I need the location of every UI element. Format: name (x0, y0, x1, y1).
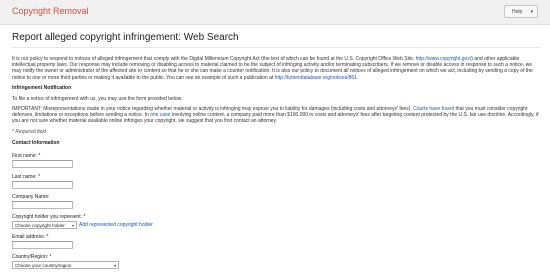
chevron-down-icon: ▾ (71, 223, 74, 228)
divider (12, 47, 540, 48)
first-name-label: First name: * (12, 153, 41, 159)
country-region-select-value: Choose your country/region (15, 263, 72, 268)
copyright-gov-link[interactable]: http://www.copyright.gov/ (416, 56, 472, 62)
important-paragraph: IMPORTANT: Misrepresentations made in yo… (12, 106, 540, 125)
company-name-label: Company Name: (12, 194, 50, 200)
top-bar: Copyright Removal Help ▾ (0, 0, 550, 25)
help-button[interactable]: Help ▾ (504, 5, 538, 18)
copyright-holder-select[interactable]: Choose copyright holder ▾ (12, 221, 77, 229)
copyright-holder-select-value: Choose copyright holder (15, 223, 65, 228)
one-case-link[interactable]: one case (150, 112, 170, 118)
lumen-database-link[interactable]: http://lumendatabase.org/notices/861 (275, 75, 357, 81)
add-copyright-holder-link[interactable]: Add represented copyright holder (79, 222, 153, 228)
copyright-holder-label: Copyright holder you represent: * (12, 214, 86, 220)
email-address-label: Email address: * (12, 234, 49, 240)
chevron-down-icon: ▾ (530, 9, 533, 15)
first-name-field[interactable] (12, 160, 73, 168)
intro-text-3: . (356, 74, 359, 81)
intro-text-1: It is our policy to respond to notices o… (12, 56, 415, 62)
help-button-label: Help (512, 9, 523, 15)
last-name-label: Last name: * (12, 174, 41, 180)
notification-text: To file a notice of infringement with us… (12, 96, 183, 102)
page-title: Report alleged copyright infringement: W… (12, 32, 239, 43)
email-address-field[interactable] (12, 241, 73, 249)
company-name-field[interactable] (12, 201, 73, 209)
country-region-select[interactable]: Choose your country/region ▾ (12, 261, 119, 269)
country-region-label: Country/Region: * (12, 254, 52, 260)
infringement-notification-heading: Infringement Notification (12, 85, 72, 91)
contact-information-heading: Contact Information (12, 140, 60, 146)
intro-paragraph: It is our policy to respond to notices o… (12, 56, 540, 81)
last-name-field[interactable] (12, 181, 73, 189)
important-text-1: IMPORTANT: Misrepresentations made in yo… (12, 106, 412, 112)
chevron-down-icon: ▾ (113, 263, 116, 268)
courts-have-found-link[interactable]: Courts have found (413, 106, 454, 112)
app-title: Copyright Removal (12, 6, 89, 16)
required-note: * Required field (12, 129, 47, 135)
